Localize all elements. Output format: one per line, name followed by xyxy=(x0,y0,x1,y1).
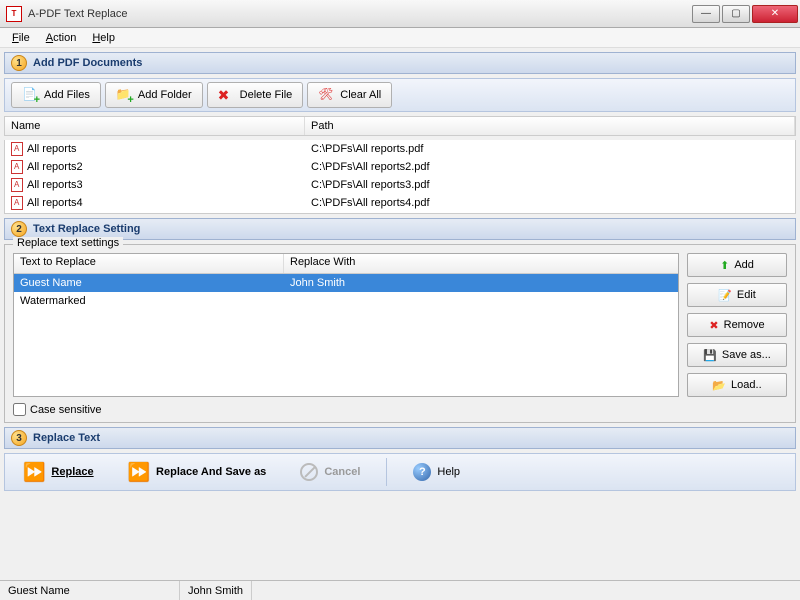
remove-icon: ✖ xyxy=(709,319,718,332)
replace-settings-group: Replace text settings Text to Replace Re… xyxy=(4,244,796,423)
edit-icon: 📝 xyxy=(718,289,732,302)
remove-button[interactable]: ✖Remove xyxy=(687,313,787,337)
section-3-header: 3 Replace Text xyxy=(4,427,796,449)
file-path: C:\PDFs\All reports3.pdf xyxy=(305,179,795,191)
window-title: A-PDF Text Replace xyxy=(28,8,692,20)
step-badge-3: 3 xyxy=(11,430,27,446)
help-button[interactable]: ? Help xyxy=(405,459,468,485)
title-bar: T A-PDF Text Replace — ▢ ✕ xyxy=(0,0,800,28)
menu-action[interactable]: Action xyxy=(38,30,85,46)
app-icon: T xyxy=(6,6,22,22)
pdf-icon xyxy=(11,196,23,210)
help-icon: ? xyxy=(413,463,431,481)
cancel-icon xyxy=(300,463,318,481)
status-bar: Guest Name John Smith xyxy=(0,580,800,600)
delete-file-button[interactable]: ✖ Delete File xyxy=(207,82,304,108)
add-folder-button[interactable]: Add Folder xyxy=(105,82,203,108)
window-controls: — ▢ ✕ xyxy=(692,5,798,23)
add-folder-label: Add Folder xyxy=(138,89,192,101)
pdf-icon xyxy=(11,160,23,174)
save-icon: 💾 xyxy=(703,349,717,362)
file-path: C:\PDFs\All reports.pdf xyxy=(305,143,795,155)
file-row[interactable]: All reports C:\PDFs\All reports.pdf xyxy=(5,140,795,158)
file-name: All reports3 xyxy=(27,179,83,191)
load-button[interactable]: 📂Load.. xyxy=(687,373,787,397)
minimize-button[interactable]: — xyxy=(692,5,720,23)
status-left: Guest Name xyxy=(0,581,180,600)
action-toolbar: ⏩ Replace ⏩ Replace And Save as Cancel ?… xyxy=(4,453,796,491)
delete-file-icon: ✖ xyxy=(218,87,234,103)
status-right: John Smith xyxy=(180,581,252,600)
group-legend: Replace text settings xyxy=(13,237,123,249)
replace-with-cell: John Smith xyxy=(284,277,678,289)
step-badge-2: 2 xyxy=(11,221,27,237)
pdf-icon xyxy=(11,142,23,156)
separator xyxy=(386,458,387,486)
clear-all-icon: 🛠 xyxy=(318,87,334,103)
play-icon: ⏩ xyxy=(23,462,45,483)
delete-file-label: Delete File xyxy=(240,89,293,101)
replace-row[interactable]: Watermarked xyxy=(14,292,678,310)
file-table-header: Name Path xyxy=(4,116,796,136)
file-name: All reports2 xyxy=(27,161,83,173)
case-sensitive-checkbox[interactable] xyxy=(13,403,26,416)
file-name: All reports4 xyxy=(27,197,83,209)
replace-text-cell: Guest Name xyxy=(14,277,284,289)
replace-button[interactable]: ⏩ Replace xyxy=(15,458,102,487)
menu-bar: File Action Help xyxy=(0,28,800,48)
save-as-button[interactable]: 💾Save as... xyxy=(687,343,787,367)
replace-table[interactable]: Text to Replace Replace With Guest Name … xyxy=(13,253,679,397)
add-files-label: Add Files xyxy=(44,89,90,101)
col-replace-with[interactable]: Replace With xyxy=(284,254,678,273)
close-button[interactable]: ✕ xyxy=(752,5,798,23)
pdf-icon xyxy=(11,178,23,192)
case-sensitive-row: Case sensitive xyxy=(13,403,787,416)
file-row[interactable]: All reports4 C:\PDFs\All reports4.pdf xyxy=(5,194,795,212)
case-sensitive-label: Case sensitive xyxy=(30,404,102,416)
file-list[interactable]: All reports C:\PDFs\All reports.pdf All … xyxy=(4,140,796,214)
file-row[interactable]: All reports2 C:\PDFs\All reports2.pdf xyxy=(5,158,795,176)
section-3-title: Replace Text xyxy=(33,432,100,444)
file-path: C:\PDFs\All reports4.pdf xyxy=(305,197,795,209)
cancel-button: Cancel xyxy=(292,459,368,485)
clear-all-label: Clear All xyxy=(340,89,381,101)
play-icon: ⏩ xyxy=(128,462,150,483)
add-files-icon xyxy=(22,87,38,103)
col-text-to-replace[interactable]: Text to Replace xyxy=(14,254,284,273)
replace-table-body: Guest Name John Smith Watermarked xyxy=(14,274,678,396)
edit-button[interactable]: 📝Edit xyxy=(687,283,787,307)
menu-help[interactable]: Help xyxy=(84,30,123,46)
add-folder-icon xyxy=(116,87,132,103)
replace-side-buttons: ⬆Add 📝Edit ✖Remove 💾Save as... 📂Load.. xyxy=(687,253,787,397)
file-path: C:\PDFs\All reports2.pdf xyxy=(305,161,795,173)
section-1-header: 1 Add PDF Documents xyxy=(4,52,796,74)
menu-file[interactable]: File xyxy=(4,30,38,46)
add-button[interactable]: ⬆Add xyxy=(687,253,787,277)
section-1-title: Add PDF Documents xyxy=(33,57,142,69)
file-name: All reports xyxy=(27,143,77,155)
add-files-button[interactable]: Add Files xyxy=(11,82,101,108)
files-toolbar: Add Files Add Folder ✖ Delete File 🛠 Cle… xyxy=(4,78,796,112)
col-name-header[interactable]: Name xyxy=(5,117,305,135)
up-arrow-icon: ⬆ xyxy=(720,259,729,272)
step-badge-1: 1 xyxy=(11,55,27,71)
col-path-header[interactable]: Path xyxy=(305,117,795,135)
section-2-title: Text Replace Setting xyxy=(33,223,140,235)
load-icon: 📂 xyxy=(712,379,726,392)
replace-save-as-button[interactable]: ⏩ Replace And Save as xyxy=(120,458,275,487)
replace-row[interactable]: Guest Name John Smith xyxy=(14,274,678,292)
maximize-button[interactable]: ▢ xyxy=(722,5,750,23)
clear-all-button[interactable]: 🛠 Clear All xyxy=(307,82,392,108)
replace-text-cell: Watermarked xyxy=(14,295,284,307)
file-row[interactable]: All reports3 C:\PDFs\All reports3.pdf xyxy=(5,176,795,194)
replace-table-header: Text to Replace Replace With xyxy=(14,254,678,274)
